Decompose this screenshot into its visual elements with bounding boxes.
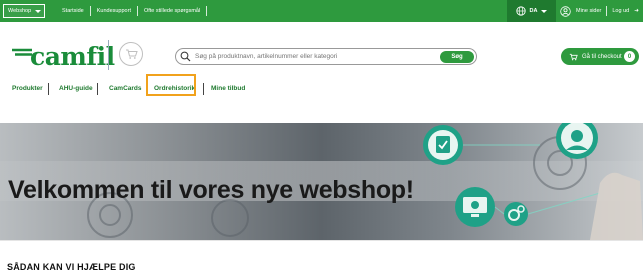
nav-item-mine-tilbud[interactable]: Mine tilbud [211, 85, 245, 92]
cart-circle-icon [119, 42, 143, 66]
account-links: Mine sider Log ud ➜ [560, 0, 639, 22]
my-pages-link[interactable]: Mine sider [576, 8, 601, 14]
divider [108, 40, 109, 70]
language-code: DA [529, 8, 538, 14]
search-icon [180, 51, 191, 62]
top-link-kundesupport[interactable]: Kundesupport [97, 8, 131, 14]
search-box: Søg [175, 48, 477, 65]
webshop-dropdown[interactable]: Webshop [3, 4, 45, 18]
language-selector[interactable]: DA [507, 0, 556, 22]
main-nav: Produkter AHU-guide CamCards Ordrehistor… [0, 76, 643, 100]
checkout-button[interactable]: Gå til checkout 0 [561, 48, 639, 65]
top-link-startside[interactable]: Startside [62, 8, 84, 14]
cart-count-badge: 0 [624, 51, 635, 62]
nav-item-camcards[interactable]: CamCards [109, 85, 142, 92]
logout-arrow-icon: ➜ [634, 8, 639, 14]
divider [606, 6, 608, 16]
logo-text: camfil [30, 42, 115, 71]
chevron-down-icon [35, 9, 42, 13]
worker-avatar-icon [556, 123, 598, 159]
clipboard-check-icon [423, 125, 463, 165]
logout-link[interactable]: Log ud [612, 8, 629, 14]
divider [0, 240, 643, 241]
search-button[interactable]: Søg [440, 50, 474, 63]
divider [136, 6, 138, 16]
top-links: Startside Kundesupport Ofte stillede spø… [62, 0, 208, 22]
cart-icon [569, 53, 578, 60]
nav-item-ahu-guide[interactable]: AHU-guide [59, 85, 93, 92]
checkout-label: Gå til checkout [582, 53, 622, 60]
nav-item-produkter[interactable]: Produkter [12, 85, 43, 92]
divider [206, 6, 208, 16]
top-link-faq[interactable]: Ofte stillede spørgsmål [144, 8, 200, 14]
hero-headline: Velkommen til vores nye webshop! [8, 176, 414, 204]
divider [203, 83, 204, 95]
globe-icon [515, 6, 526, 16]
top-bar: Webshop Startside Kundesupport Ofte stil… [0, 0, 643, 22]
logo-swoosh-icon [12, 48, 32, 56]
hand-illustration [590, 172, 643, 240]
divider [89, 6, 91, 16]
webshop-label: Webshop [8, 8, 32, 14]
chevron-down-icon [541, 9, 548, 13]
computer-monitor-icon [455, 187, 495, 227]
ordrehistorik-highlight-box [146, 74, 196, 96]
user-icon [560, 5, 571, 17]
gears-icon [504, 202, 528, 226]
section-heading: SÅDAN KAN VI HJÆLPE DIG [7, 262, 136, 272]
camfil-logo[interactable]: camfil [12, 42, 115, 71]
divider [97, 83, 98, 95]
divider [48, 83, 49, 95]
hero-banner: Velkommen til vores nye webshop! [0, 123, 643, 240]
search-input[interactable] [195, 50, 415, 63]
